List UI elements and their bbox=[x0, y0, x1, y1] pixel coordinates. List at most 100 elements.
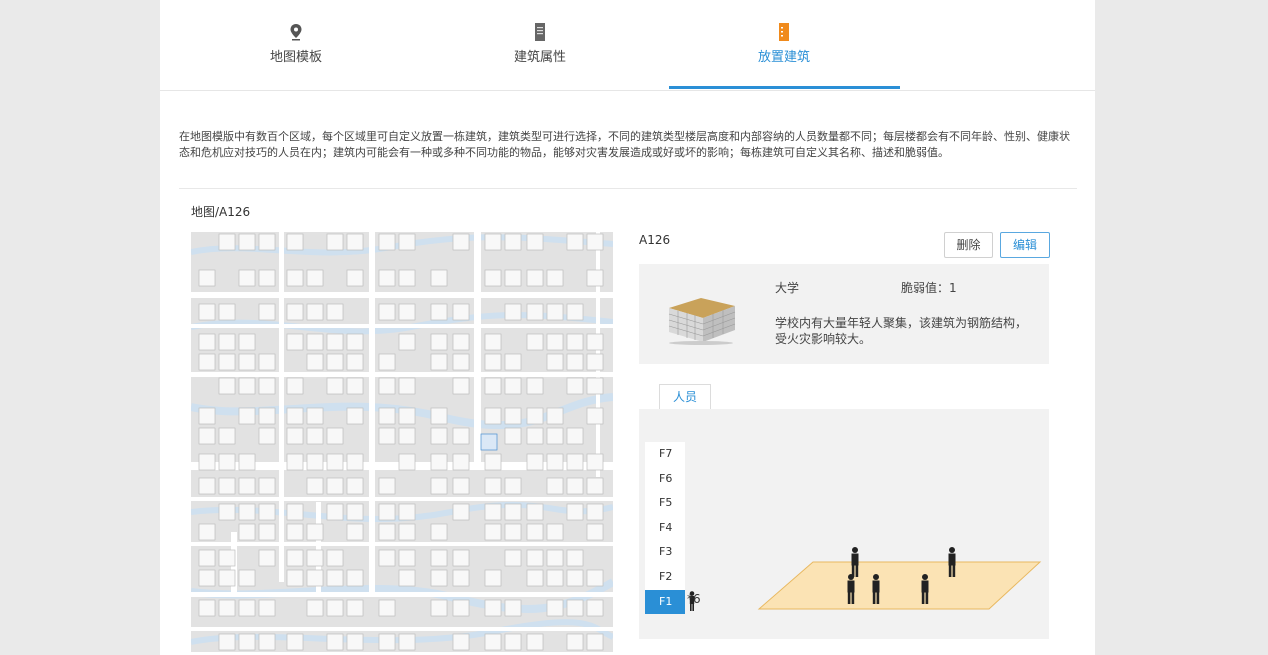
map-lot[interactable] bbox=[198, 333, 216, 351]
map-lot[interactable] bbox=[306, 569, 324, 587]
map-lot[interactable] bbox=[452, 353, 470, 371]
map-lot[interactable] bbox=[238, 353, 256, 371]
map-lot[interactable] bbox=[346, 633, 364, 651]
map-lot[interactable] bbox=[566, 633, 584, 651]
map-lot[interactable] bbox=[346, 269, 364, 287]
map-lot[interactable] bbox=[586, 407, 604, 425]
map-lot[interactable] bbox=[430, 477, 448, 495]
map-lot[interactable] bbox=[326, 427, 344, 445]
map-lot[interactable] bbox=[286, 503, 304, 521]
map-lot[interactable] bbox=[430, 549, 448, 567]
map-lot[interactable] bbox=[504, 303, 522, 321]
map-lot[interactable] bbox=[218, 233, 236, 251]
map-lot[interactable] bbox=[430, 523, 448, 541]
map-lot[interactable] bbox=[546, 269, 564, 287]
map-lot[interactable] bbox=[326, 477, 344, 495]
map-lot[interactable] bbox=[218, 303, 236, 321]
map-lot[interactable] bbox=[546, 407, 564, 425]
map-lot[interactable] bbox=[258, 523, 276, 541]
map-lot[interactable] bbox=[586, 477, 604, 495]
map-lot[interactable] bbox=[430, 353, 448, 371]
map-lot[interactable] bbox=[586, 453, 604, 471]
map-lot[interactable] bbox=[198, 523, 216, 541]
map-lot[interactable] bbox=[238, 633, 256, 651]
map-lot[interactable] bbox=[526, 377, 544, 395]
map-lot[interactable] bbox=[286, 333, 304, 351]
map-lot[interactable] bbox=[504, 503, 522, 521]
map-lot[interactable] bbox=[218, 633, 236, 651]
map-lot[interactable] bbox=[346, 477, 364, 495]
map-lot[interactable] bbox=[326, 303, 344, 321]
map-lot[interactable] bbox=[526, 503, 544, 521]
map-lot[interactable] bbox=[326, 549, 344, 567]
map-lot[interactable] bbox=[430, 569, 448, 587]
map-lot[interactable] bbox=[566, 333, 584, 351]
map-lot[interactable] bbox=[218, 569, 236, 587]
map-lot[interactable] bbox=[398, 303, 416, 321]
map-lot[interactable] bbox=[398, 407, 416, 425]
map-lot[interactable] bbox=[198, 453, 216, 471]
map-lot[interactable] bbox=[218, 503, 236, 521]
map-lot[interactable] bbox=[484, 233, 502, 251]
map-lot[interactable] bbox=[346, 523, 364, 541]
map-lot[interactable] bbox=[526, 269, 544, 287]
map-lot[interactable] bbox=[586, 503, 604, 521]
map-lot[interactable] bbox=[526, 233, 544, 251]
map-lot[interactable] bbox=[452, 377, 470, 395]
map-lot[interactable] bbox=[258, 353, 276, 371]
map-lot[interactable] bbox=[484, 633, 502, 651]
map-lot[interactable] bbox=[198, 303, 216, 321]
map-lot[interactable] bbox=[218, 353, 236, 371]
map-lot[interactable] bbox=[378, 233, 396, 251]
map-lot[interactable] bbox=[452, 503, 470, 521]
map-lot[interactable] bbox=[546, 569, 564, 587]
map-lot[interactable] bbox=[218, 599, 236, 617]
map-lot[interactable] bbox=[452, 427, 470, 445]
map-lot[interactable] bbox=[504, 599, 522, 617]
map-lot[interactable] bbox=[484, 377, 502, 395]
map-lot[interactable] bbox=[346, 599, 364, 617]
tab-building-properties[interactable]: 建筑属性 bbox=[440, 22, 640, 65]
map-lot[interactable] bbox=[546, 477, 564, 495]
map-lot[interactable] bbox=[566, 427, 584, 445]
map-lot[interactable] bbox=[504, 523, 522, 541]
map-lot[interactable] bbox=[326, 453, 344, 471]
map-lot[interactable] bbox=[326, 333, 344, 351]
map-lot[interactable] bbox=[238, 453, 256, 471]
tab-people[interactable]: 人员 bbox=[659, 384, 711, 410]
map-lot[interactable] bbox=[218, 377, 236, 395]
map-lot[interactable] bbox=[504, 353, 522, 371]
map-lot[interactable] bbox=[452, 453, 470, 471]
map-lot[interactable] bbox=[286, 569, 304, 587]
map-lot[interactable] bbox=[566, 353, 584, 371]
map-lot[interactable] bbox=[198, 407, 216, 425]
map-lot[interactable] bbox=[346, 233, 364, 251]
map-lot[interactable] bbox=[398, 333, 416, 351]
map-lot[interactable] bbox=[378, 303, 396, 321]
map-lot[interactable] bbox=[378, 549, 396, 567]
map-lot[interactable] bbox=[430, 599, 448, 617]
map-lot[interactable] bbox=[398, 503, 416, 521]
map-lot[interactable] bbox=[398, 569, 416, 587]
map-lot[interactable] bbox=[398, 633, 416, 651]
map-lot[interactable] bbox=[286, 377, 304, 395]
map-lot[interactable] bbox=[546, 303, 564, 321]
map-lot[interactable] bbox=[526, 549, 544, 567]
map-lot[interactable] bbox=[286, 523, 304, 541]
map-lot[interactable] bbox=[484, 599, 502, 617]
map-lot[interactable] bbox=[526, 523, 544, 541]
map-lot[interactable] bbox=[306, 269, 324, 287]
map-lot[interactable] bbox=[484, 523, 502, 541]
map-lot[interactable] bbox=[546, 353, 564, 371]
map-lot[interactable] bbox=[586, 523, 604, 541]
map-lot[interactable] bbox=[378, 503, 396, 521]
map-lot[interactable] bbox=[452, 333, 470, 351]
map-lot[interactable] bbox=[504, 407, 522, 425]
map-canvas[interactable] bbox=[191, 232, 613, 652]
map-lot[interactable] bbox=[398, 427, 416, 445]
map-lot[interactable] bbox=[566, 233, 584, 251]
map-lot[interactable] bbox=[258, 377, 276, 395]
map-lot[interactable] bbox=[286, 549, 304, 567]
map-lot[interactable] bbox=[198, 549, 216, 567]
map-lot[interactable] bbox=[326, 633, 344, 651]
